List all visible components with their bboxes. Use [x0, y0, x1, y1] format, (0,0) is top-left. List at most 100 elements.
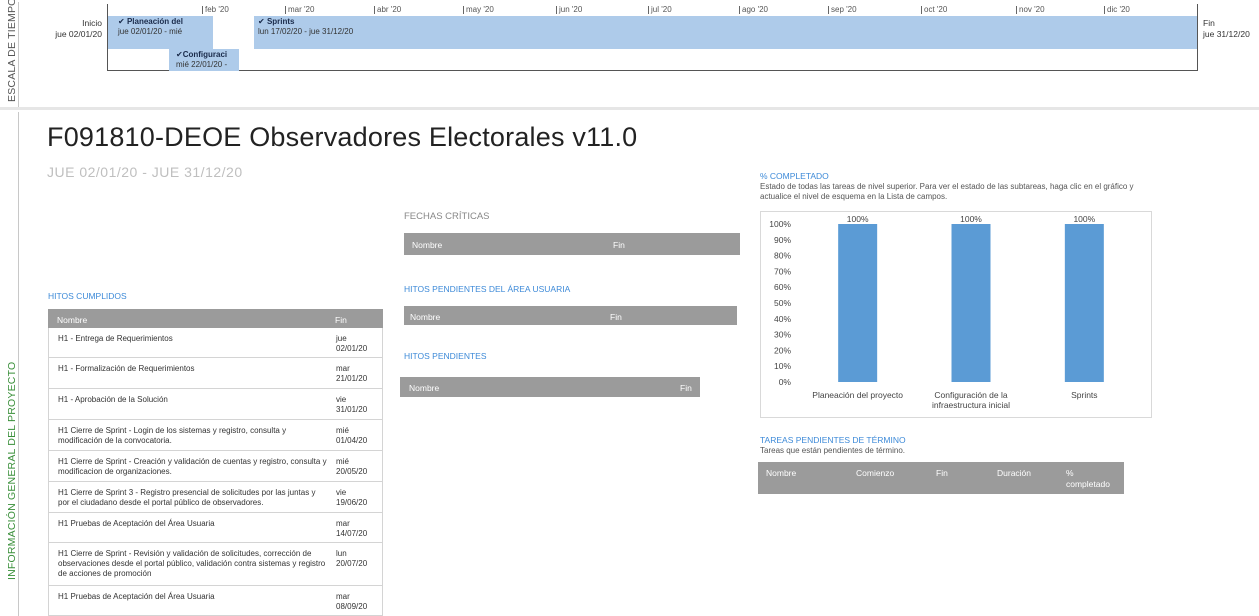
- completado-desc: Estado de todas las tareas de nivel supe…: [760, 182, 1134, 201]
- row-day: mié: [336, 426, 349, 435]
- row-date: 01/04/20: [336, 436, 368, 445]
- table-row[interactable]: H1 - Entrega de Requerimientos jue 02/01/…: [48, 328, 383, 358]
- month-label: may '20: [463, 5, 494, 14]
- bar[interactable]: [951, 224, 991, 382]
- completado-label: % COMPLETADO: [760, 171, 829, 181]
- col-nombre: Nombre: [410, 312, 441, 322]
- tareas-pendientes-desc: Tareas que están pendientes de término.: [760, 446, 905, 455]
- timeline-end-label: Fin: [1203, 18, 1215, 28]
- task-configuracion-bar[interactable]: ✔Configuraci mié 22/01/20 -: [169, 49, 239, 71]
- month-label: dic '20: [1104, 5, 1130, 14]
- timeline-panel: ESCALA DE TIEMPO Inicio jue 02/01/20 feb…: [0, 0, 1259, 110]
- table-row[interactable]: H1 Cierre de Sprint 3 - Registro presenc…: [48, 482, 383, 513]
- row-date: 19/06/20: [336, 498, 368, 507]
- y-tick-label: 70%: [774, 266, 791, 276]
- row-day: lun: [336, 549, 347, 558]
- report-side-label: INFORMACIÓN GENERAL DEL PROYECTO: [6, 361, 18, 580]
- month-label: oct '20: [920, 5, 948, 14]
- row-name: H1 Cierre de Sprint - Revisión y validac…: [58, 549, 326, 578]
- fechas-criticas-table-header[interactable]: Nombre Fin: [404, 233, 740, 255]
- timeline-box[interactable]: feb '20 mar '20 abr '20 may '20 jun '20 …: [107, 4, 1198, 71]
- bar[interactable]: [838, 224, 878, 382]
- row-date: 14/07/20: [336, 529, 368, 538]
- table-row[interactable]: H1 Cierre de Sprint - Revisión y validac…: [48, 543, 383, 586]
- row-day: vie: [336, 488, 347, 497]
- timeline-side-label: ESCALA DE TIEMPO: [6, 0, 18, 102]
- category-label: Sprints: [1071, 390, 1097, 400]
- col-recursos: Nombres de los recursos: [1133, 468, 1180, 489]
- row-name: H1 - Entrega de Requerimientos: [58, 334, 173, 343]
- y-tick-label: 40%: [774, 314, 791, 324]
- month-label: ago '20: [739, 5, 768, 14]
- category-label: Configuración de la infraestructura inici…: [932, 390, 1010, 410]
- timeline-start-date: jue 02/01/20: [55, 29, 102, 39]
- data-label: 100%: [847, 214, 869, 224]
- table-header[interactable]: Nombre Fin: [48, 309, 383, 328]
- row-day: vie: [336, 395, 347, 404]
- task-planeacion[interactable]: ✔ Planeación del jue 02/01/20 - mié: [118, 17, 212, 37]
- table-row[interactable]: H1 Cierre de Sprint - Login de los siste…: [48, 420, 383, 451]
- hitos-pendientes-table-header[interactable]: Nombre Fin: [400, 377, 700, 397]
- bar-chart[interactable]: 0% 10% 20% 30% 40% 50% 60% 70% 80% 90% 100% 100% Pla…: [761, 212, 1153, 419]
- row-date: 31/01/20: [336, 405, 368, 414]
- col-fin: Fin: [936, 468, 948, 478]
- hitos-cumplidos-table[interactable]: Nombre Fin H1 - Entrega de Requerimiento…: [48, 309, 383, 616]
- month-label: feb '20: [202, 5, 229, 14]
- hitos-usuaria-table-header[interactable]: Nombre Fin: [404, 306, 737, 325]
- col-comienzo: Comienzo: [856, 468, 895, 478]
- row-date: 02/01/20: [336, 344, 368, 353]
- report-title[interactable]: F091810-DEOE Observadores Electorales v1…: [47, 122, 637, 153]
- row-date: 20/05/20: [336, 467, 368, 476]
- fechas-criticas-label: FECHAS CRÍTICAS: [404, 211, 490, 222]
- timeline-bar[interactable]: ✔ Planeación del jue 02/01/20 - mié ✔ Sp…: [108, 16, 1197, 49]
- table-row[interactable]: H1 - Aprobación de la Solución vie 31/01/…: [48, 389, 383, 420]
- task-sprints[interactable]: ✔ Sprints lun 17/02/20 - jue 31/12/20: [258, 17, 458, 37]
- col-nombre: Nombre: [412, 240, 443, 250]
- check-icon: ✔: [176, 50, 183, 59]
- month-label: mar '20: [284, 5, 315, 14]
- table-row[interactable]: H1 Cierre de Sprint - Creación y validac…: [48, 451, 383, 482]
- row-date: 20/07/20: [336, 559, 368, 568]
- y-tick-label: 0%: [779, 377, 792, 387]
- y-tick-label: 30%: [774, 330, 791, 340]
- check-icon: ✔: [258, 17, 265, 26]
- row-date: 21/01/20: [336, 374, 368, 383]
- table-row[interactable]: H1 - Formalización de Requerimientos mar…: [48, 358, 383, 389]
- timeline-start: Inicio jue 02/01/20: [40, 18, 102, 40]
- row-name: H1 Cierre de Sprint 3 - Registro presenc…: [58, 488, 316, 507]
- task-dates: mié 22/01/20 -: [176, 60, 228, 69]
- completado-chart[interactable]: 0% 10% 20% 30% 40% 50% 60% 70% 80% 90% 100% 100% Pla…: [760, 211, 1152, 418]
- report-dates: JUE 02/01/20 - JUE 31/12/20: [47, 164, 243, 180]
- row-name: H1 - Aprobación de la Solución: [58, 395, 168, 404]
- task-name: Planeación del: [126, 17, 183, 26]
- y-tick-label: 10%: [774, 361, 791, 371]
- row-day: mié: [336, 457, 349, 466]
- row-name: H1 Cierre de Sprint - Login de los siste…: [58, 426, 287, 445]
- y-tick-label: 50%: [774, 298, 791, 308]
- month-label: jul '20: [648, 5, 672, 14]
- table-row[interactable]: H1 Pruebas de Aceptación del Área Usuari…: [48, 513, 383, 543]
- row-name: H1 - Formalización de Requerimientos: [58, 364, 195, 373]
- data-label: 100%: [1073, 214, 1095, 224]
- y-tick-label: 60%: [774, 282, 791, 292]
- task-name: Configuraci: [182, 50, 228, 59]
- month-label: nov '20: [1016, 5, 1045, 14]
- tareas-pendientes-table-header[interactable]: Nombre Comienzo Fin Duración % completad…: [758, 462, 1179, 494]
- col-nombre: Nombre: [57, 315, 88, 325]
- task-configuracion[interactable]: ✔Configuraci mié 22/01/20 -: [176, 50, 239, 70]
- timeline-divider[interactable]: [0, 107, 1259, 110]
- table-row[interactable]: H1 Pruebas de Aceptación del Área Usuari…: [48, 586, 383, 616]
- row-date: 08/09/20: [336, 602, 368, 611]
- row-name: H1 Pruebas de Aceptación del Área Usuari…: [58, 592, 215, 601]
- task-dates: lun 17/02/20 - jue 31/12/20: [258, 27, 354, 36]
- row-day: jue: [336, 334, 347, 343]
- y-tick-label: 100%: [769, 219, 791, 229]
- month-label: sep '20: [828, 5, 857, 14]
- timeline-side-band: ESCALA DE TIEMPO: [4, 0, 19, 108]
- bar[interactable]: [1064, 224, 1104, 382]
- y-tick-label: 80%: [774, 251, 791, 261]
- category-label: Planeación del proyecto: [812, 390, 903, 400]
- hitos-cumplidos-label: HITOS CUMPLIDOS: [48, 291, 127, 301]
- timeline-start-label: Inicio: [82, 18, 102, 28]
- timeline-months: feb '20 mar '20 abr '20 may '20 jun '20 …: [108, 4, 1197, 16]
